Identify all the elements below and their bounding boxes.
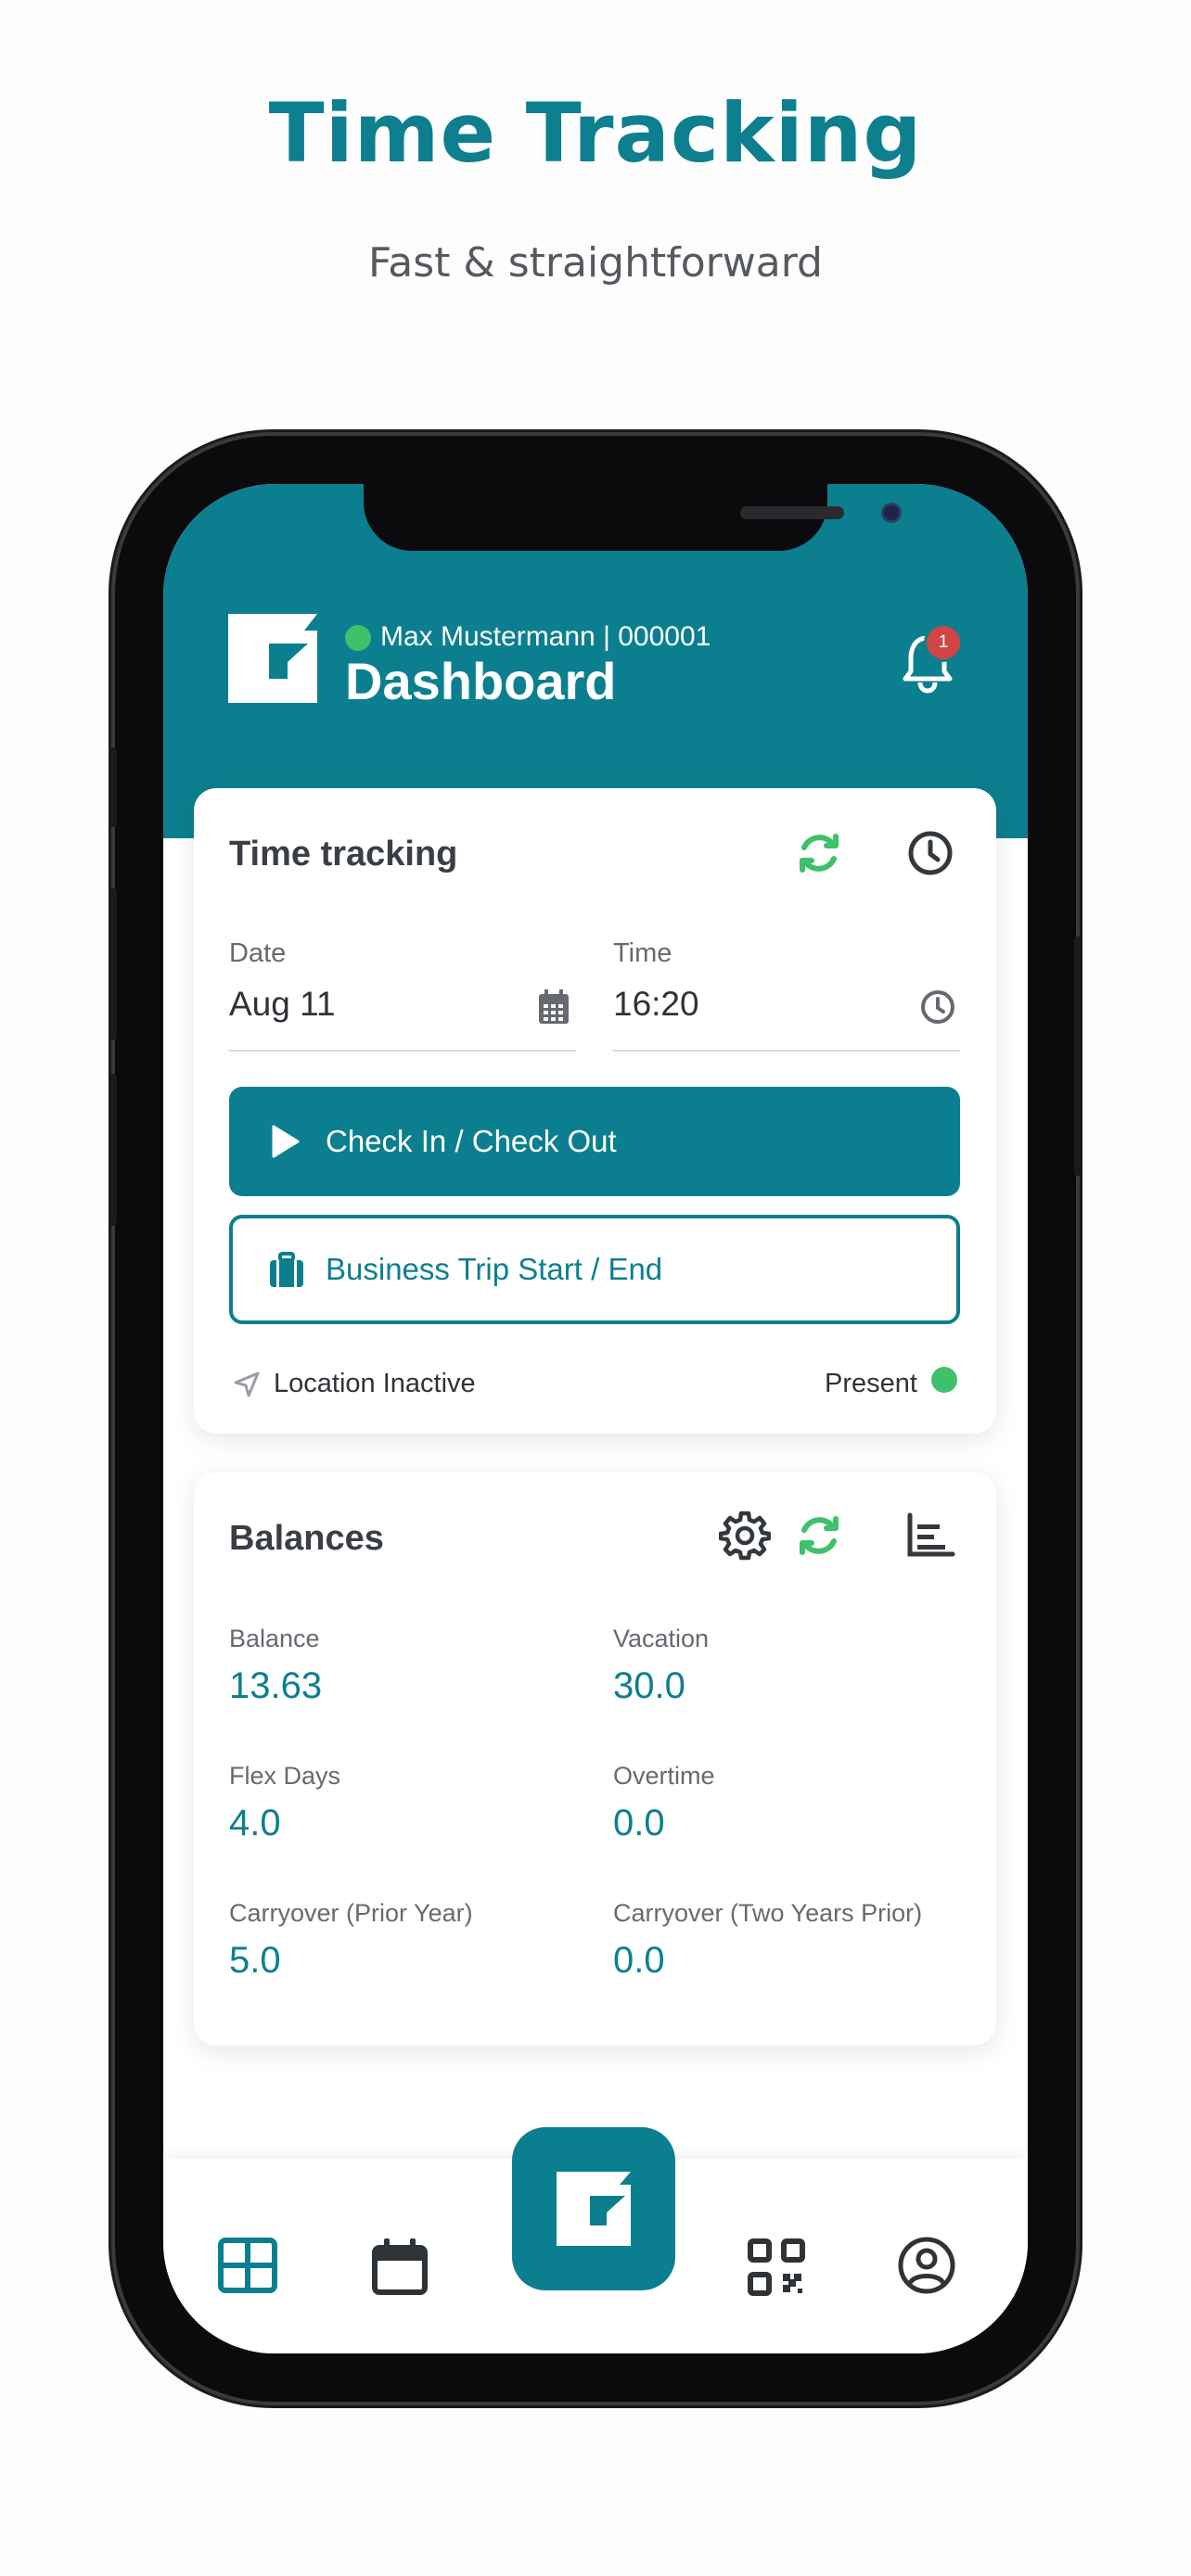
power-button <box>1074 937 1082 1176</box>
app-logo-nav-icon <box>557 2172 631 2246</box>
notification-badge: 1 <box>924 623 963 662</box>
time-tracking-card: Time tracking Date Aug 11 Time 16:20 Che… <box>194 788 996 1434</box>
carryover-two-years-label: Carryover (Two Years Prior) <box>613 1899 923 1927</box>
check-in-out-button[interactable]: Check In / Check Out <box>229 1087 960 1196</box>
refresh-icon[interactable] <box>793 827 845 879</box>
suitcase-icon <box>270 1252 303 1287</box>
carryover-two-years-value: 0.0 <box>613 1940 665 1981</box>
carryover-prior-label: Carryover (Prior Year) <box>229 1899 473 1927</box>
front-camera <box>881 503 902 523</box>
volume-up-button <box>109 888 117 1040</box>
time-tracking-title: Time tracking <box>229 835 458 874</box>
profile-icon[interactable] <box>896 2235 957 2296</box>
flex-days-label: Flex Days <box>229 1762 341 1790</box>
vacation-value: 30.0 <box>613 1665 685 1706</box>
gear-icon[interactable] <box>719 1510 771 1562</box>
vacation-label: Vacation <box>613 1625 710 1652</box>
qr-code-icon[interactable] <box>746 2237 807 2298</box>
refresh-balances-icon[interactable] <box>793 1510 845 1562</box>
app-logo-icon <box>228 614 317 703</box>
dashboard-grid-icon[interactable] <box>217 2235 278 2296</box>
overtime-label: Overtime <box>613 1762 715 1790</box>
date-field[interactable]: Aug 11 <box>229 985 336 1024</box>
time-field[interactable]: 16:20 <box>613 985 699 1024</box>
time-underline <box>613 1050 960 1052</box>
clock-small-icon[interactable] <box>919 988 956 1026</box>
play-icon <box>272 1125 300 1158</box>
business-trip-button[interactable]: Business Trip Start / End <box>229 1215 960 1324</box>
notch <box>364 484 902 551</box>
date-underline <box>229 1050 576 1052</box>
mute-switch <box>109 747 117 827</box>
calendar-small-icon[interactable] <box>537 988 570 1026</box>
overtime-value: 0.0 <box>613 1803 665 1843</box>
calendar-icon[interactable] <box>369 2237 430 2298</box>
clock-history-icon[interactable] <box>904 827 956 879</box>
balances-title: Balances <box>229 1519 384 1558</box>
promo-page: Time Tracking Fast & straightforward Max… <box>0 0 1191 2576</box>
date-label: Date <box>229 938 287 968</box>
flex-days-value: 4.0 <box>229 1803 281 1843</box>
location-arrow-icon <box>234 1371 260 1397</box>
time-label: Time <box>613 938 672 968</box>
check-in-out-label: Check In / Check Out <box>326 1124 617 1158</box>
presence-dot <box>931 1367 957 1393</box>
user-status-dot <box>345 625 371 651</box>
balance-value: 13.63 <box>229 1665 323 1706</box>
bar-chart-icon[interactable] <box>904 1510 956 1562</box>
page-title: Dashboard <box>345 652 617 710</box>
balances-card: Balances Balance 13.63 Vacation 30.0 Fle… <box>194 1473 996 2046</box>
carryover-prior-value: 5.0 <box>229 1940 281 1981</box>
center-action-button[interactable] <box>512 2127 675 2290</box>
location-status: Location Inactive <box>274 1369 476 1398</box>
earpiece-speaker <box>740 506 844 519</box>
balance-label: Balance <box>229 1625 320 1652</box>
business-trip-label: Business Trip Start / End <box>326 1252 663 1286</box>
presence-status: Present <box>825 1369 917 1398</box>
user-name-id: Max Mustermann | 000001 <box>380 621 711 652</box>
phone-screen: Max Mustermann | 000001 Dashboard 1 Time… <box>163 484 1028 2353</box>
promo-headline: Time Tracking <box>268 85 923 181</box>
promo-subline: Fast & straightforward <box>368 239 823 287</box>
volume-down-button <box>109 1074 117 1226</box>
